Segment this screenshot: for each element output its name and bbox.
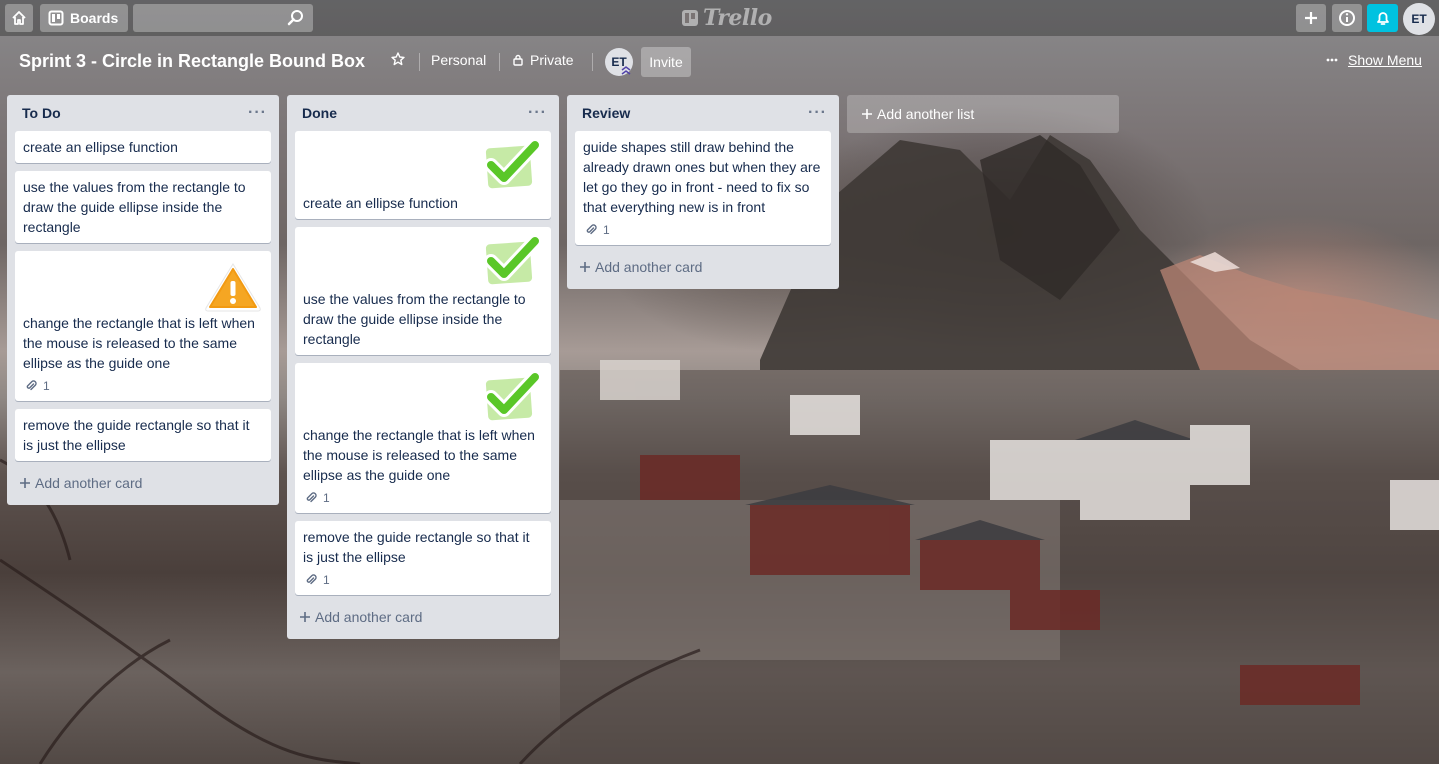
card-text: remove the guide rectangle so that it is… [303, 529, 530, 565]
add-card-button[interactable]: Add another card [15, 469, 271, 497]
card-text: guide shapes still draw behind the alrea… [583, 139, 821, 215]
star-board-button[interactable] [391, 52, 405, 66]
header-divider [592, 53, 593, 71]
attachment-icon [586, 224, 597, 235]
attachment-icon [306, 574, 317, 585]
card[interactable]: use the values from the rectangle to dra… [295, 227, 551, 355]
list-to-do: To Do ··· create an ellipse function use… [7, 95, 279, 505]
plus-icon [1305, 12, 1317, 24]
card[interactable]: remove the guide rectangle so that it is… [295, 521, 551, 595]
add-card-label: Add another card [595, 259, 703, 275]
list-menu-icon[interactable]: ··· [248, 104, 267, 122]
header-divider [419, 53, 420, 71]
lock-icon [513, 54, 523, 66]
team-label: Personal [431, 52, 487, 68]
card[interactable]: create an ellipse function [15, 131, 271, 163]
board-title[interactable]: Sprint 3 - Circle in Rectangle Bound Box [19, 51, 365, 72]
list-header: Done ··· [295, 95, 551, 131]
card[interactable]: change the rectangle that is left when t… [295, 363, 551, 513]
notifications-button[interactable] [1367, 4, 1398, 32]
admin-chevron-icon [621, 66, 631, 75]
list-title[interactable]: Done [302, 105, 337, 121]
attachment-badge: 1 [583, 221, 823, 239]
list-title[interactable]: To Do [22, 105, 61, 121]
card[interactable]: remove the guide rectangle so that it is… [15, 409, 271, 461]
user-avatar-initials: ET [1411, 12, 1427, 26]
attachment-count: 1 [323, 573, 330, 587]
boards-label: Boards [70, 10, 119, 26]
info-button[interactable] [1332, 4, 1362, 32]
card-text: remove the guide rectangle so that it is… [23, 417, 250, 453]
invite-button[interactable]: Invite [641, 47, 691, 77]
user-avatar[interactable]: ET [1403, 3, 1435, 35]
plus-icon [862, 109, 872, 119]
header-divider [499, 53, 500, 71]
card-sticker-area [303, 233, 543, 289]
card-sticker-area [303, 369, 543, 425]
card[interactable]: change the rectangle that is left when t… [15, 251, 271, 401]
card-sticker-area [23, 257, 263, 313]
info-icon [1339, 10, 1355, 26]
card-text: change the rectangle that is left when t… [23, 315, 255, 371]
card[interactable]: use the values from the rectangle to dra… [15, 171, 271, 243]
visibility-label: Private [530, 52, 574, 68]
attachment-badge: 1 [303, 571, 543, 589]
card[interactable]: create an ellipse function [295, 131, 551, 219]
add-card-button[interactable]: Add another card [575, 253, 831, 281]
check-icon [484, 234, 541, 285]
create-button[interactable] [1296, 4, 1326, 32]
list-done: Done ··· create an ellipse function use … [287, 95, 559, 639]
logo-text: Trello [703, 5, 772, 31]
attachment-count: 1 [323, 491, 330, 505]
card-text: create an ellipse function [303, 195, 458, 211]
card-text: create an ellipse function [23, 139, 178, 155]
check-icon [484, 370, 541, 421]
add-card-label: Add another card [35, 475, 143, 491]
add-list-button[interactable]: Add another list [847, 95, 1119, 133]
attachment-icon [306, 492, 317, 503]
card-sticker-area [303, 137, 543, 193]
attachment-count: 1 [43, 379, 50, 393]
add-card-button[interactable]: Add another card [295, 603, 551, 631]
bell-icon [1376, 12, 1389, 25]
list-header: To Do ··· [15, 95, 271, 131]
card-text: change the rectangle that is left when t… [303, 427, 535, 483]
boards-icon [48, 10, 64, 26]
plus-icon [20, 478, 30, 488]
list-title[interactable]: Review [582, 105, 630, 121]
search-input[interactable] [133, 4, 313, 32]
list-header: Review ··· [575, 95, 831, 131]
plus-icon [300, 612, 310, 622]
home-button[interactable] [5, 4, 33, 32]
card-text: use the values from the rectangle to dra… [23, 179, 246, 235]
trello-logo[interactable]: Trello [681, 5, 772, 31]
list-menu-icon[interactable]: ··· [528, 104, 547, 122]
add-card-label: Add another card [315, 609, 423, 625]
show-menu-button[interactable]: Show Menu [1326, 52, 1422, 68]
attachment-icon [26, 380, 37, 391]
list-review: Review ··· guide shapes still draw behin… [567, 95, 839, 289]
attachment-count: 1 [603, 223, 610, 237]
add-list-label: Add another list [877, 106, 975, 122]
show-menu-label: Show Menu [1348, 52, 1422, 68]
star-icon [391, 52, 405, 66]
attachment-badge: 1 [23, 377, 263, 395]
home-icon [12, 11, 26, 25]
boards-button[interactable]: Boards [40, 4, 128, 32]
team-button[interactable]: Personal [431, 52, 486, 68]
more-dots-icon [1326, 58, 1338, 62]
check-icon [484, 138, 541, 189]
list-menu-icon[interactable]: ··· [808, 104, 827, 122]
attachment-badge: 1 [303, 489, 543, 507]
visibility-button[interactable]: Private [512, 52, 574, 68]
plus-icon [580, 262, 590, 272]
trello-logo-icon [682, 10, 698, 26]
invite-label: Invite [649, 54, 683, 70]
search-icon[interactable] [287, 9, 305, 27]
card[interactable]: guide shapes still draw behind the alrea… [575, 131, 831, 245]
card-text: use the values from the rectangle to dra… [303, 291, 526, 347]
warning-icon [205, 263, 261, 312]
